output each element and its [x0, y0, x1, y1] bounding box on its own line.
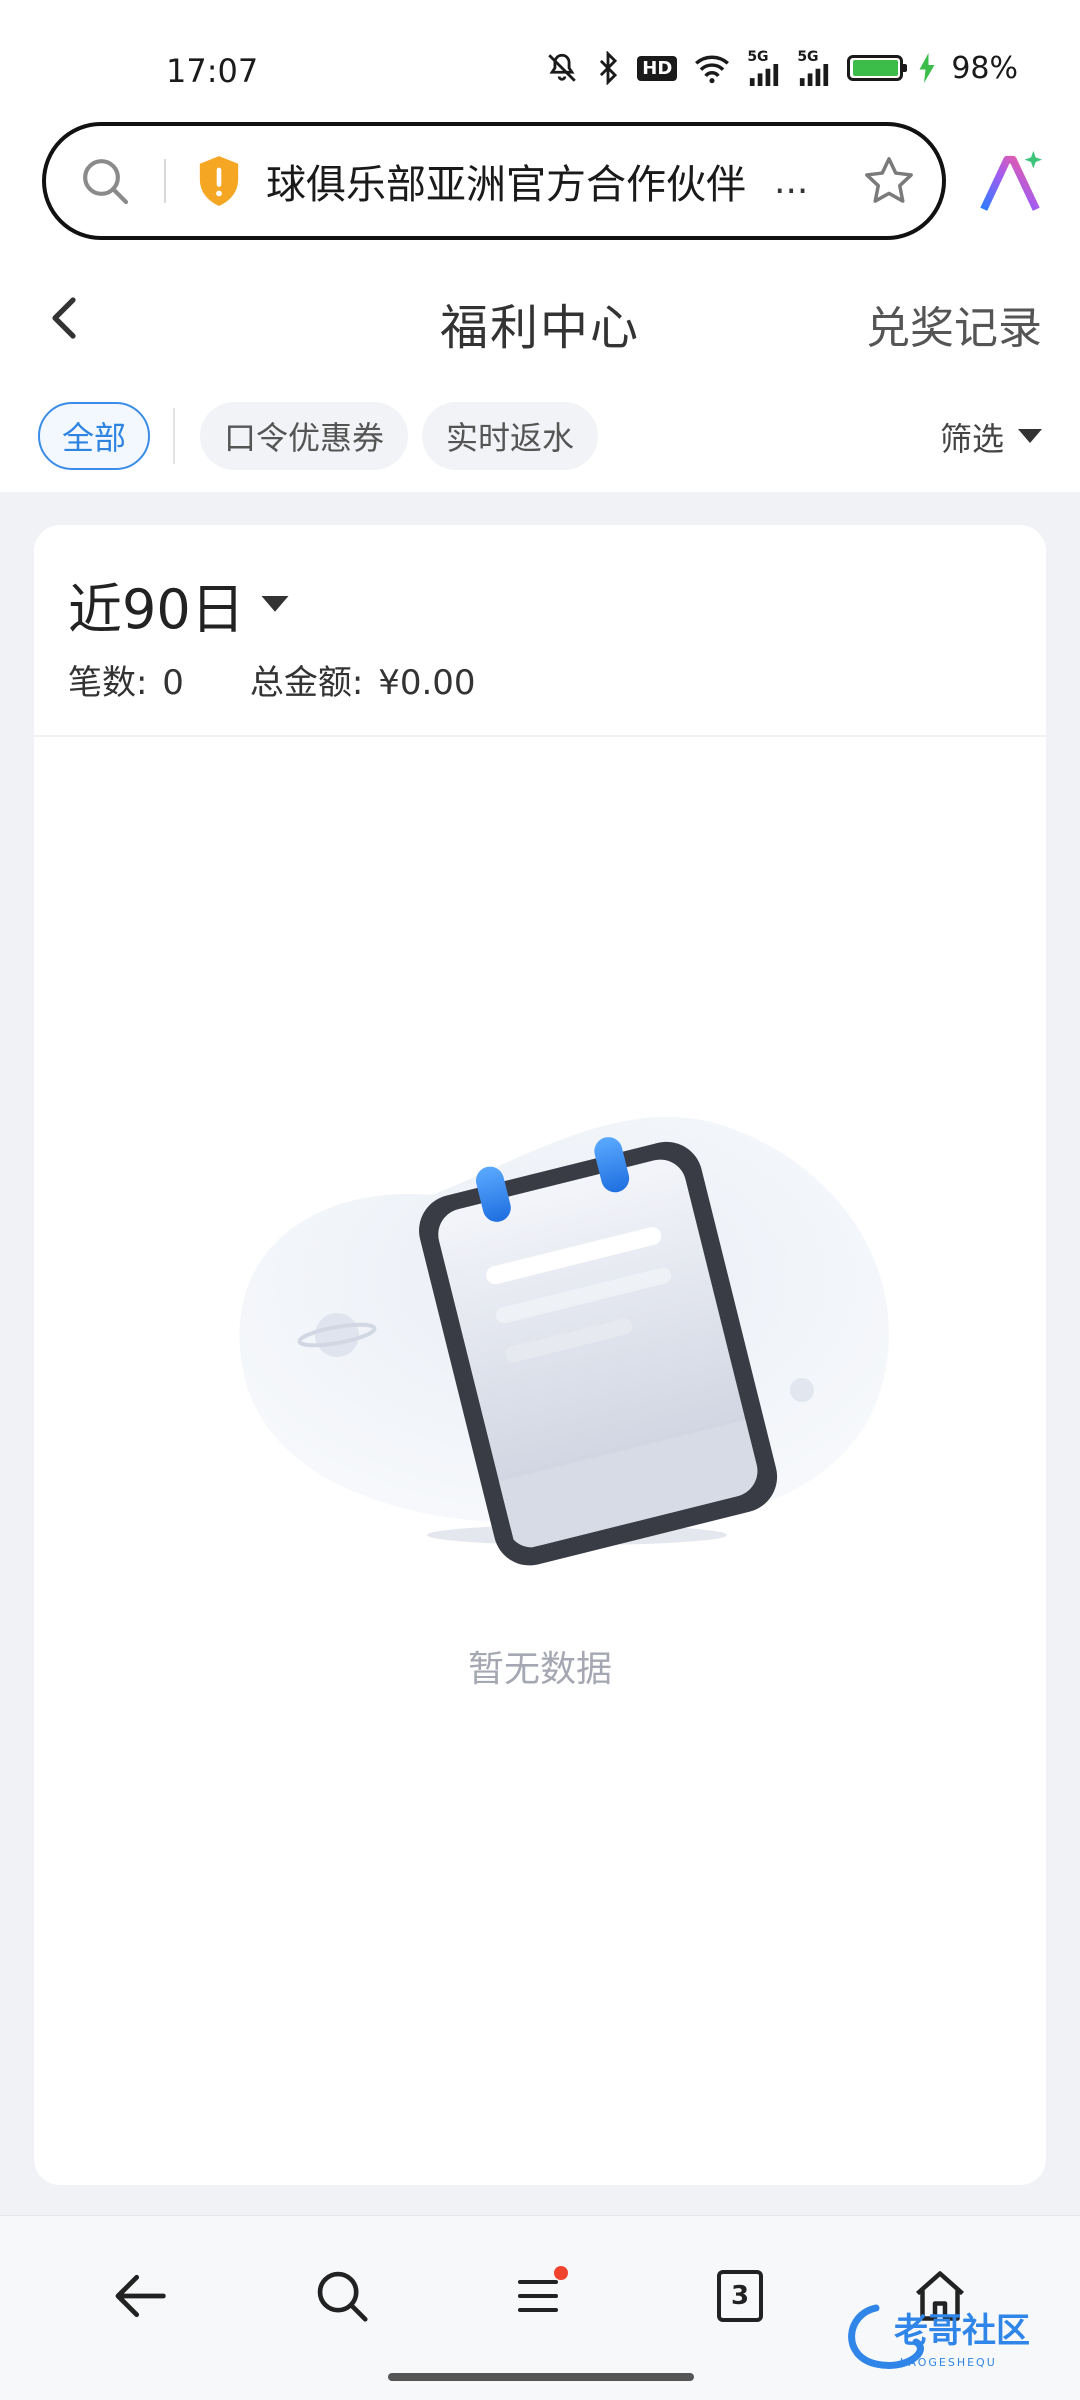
- tab-count: 3: [717, 2270, 763, 2322]
- hd-icon: HD: [637, 55, 678, 81]
- battery-fill: [852, 60, 898, 76]
- url-title[interactable]: 球俱乐部亚洲官方合作伙伴: [266, 152, 766, 210]
- amount-stat: 总金额: ¥0.00: [250, 655, 480, 704]
- status-icons: HD 5G 5G 98%: [545, 50, 1018, 86]
- amount-label: 总金额:: [249, 663, 364, 703]
- star-icon[interactable]: [854, 153, 924, 209]
- signal-5g-icon: 5G: [797, 50, 831, 86]
- tabs-icon[interactable]: 3: [700, 2256, 780, 2336]
- card-divider: [34, 735, 1046, 737]
- back-arrow-icon[interactable]: [102, 2256, 182, 2336]
- tab-all[interactable]: 全部: [38, 402, 151, 470]
- signal-5g-icon: 5G: [747, 50, 781, 86]
- caret-down-icon: [1018, 429, 1042, 443]
- home-indicator[interactable]: [388, 2373, 694, 2381]
- url-divider: [164, 159, 166, 203]
- status-bar: 17:07 HD 5G 5G 98%: [0, 0, 1080, 118]
- filter-label: 筛选: [939, 420, 1004, 458]
- notification-dot: [554, 2266, 568, 2280]
- menu-icon[interactable]: [498, 2256, 578, 2336]
- count-stat: 笔数: 0: [68, 655, 188, 704]
- battery-icon: [847, 55, 908, 81]
- status-time: 17:07: [166, 52, 259, 90]
- amount-value: ¥0.00: [378, 663, 476, 703]
- caret-down-icon: [261, 595, 289, 612]
- empty-state-text: 暂无数据: [467, 1649, 612, 1690]
- filter-tabs: 全部 口令优惠券 实时返水 筛选: [0, 378, 1080, 492]
- wifi-icon: [693, 52, 731, 84]
- period-label: 近90日: [68, 578, 245, 641]
- tab-rebate[interactable]: 实时返水: [422, 402, 599, 470]
- battery-percent: 98%: [951, 50, 1018, 86]
- ai-icon[interactable]: [975, 148, 1045, 218]
- summary-stats: 笔数: 0 总金额: ¥0.00: [68, 655, 480, 704]
- search-icon[interactable]: [302, 2256, 382, 2336]
- address-bar[interactable]: 球俱乐部亚洲官方合作伙伴 ...: [42, 122, 946, 240]
- search-icon[interactable]: [46, 153, 164, 209]
- redeem-records-link[interactable]: 兑奖记录: [866, 292, 1042, 356]
- records-card: 近90日 笔数: 0 总金额: ¥0.00 暂无数据: [34, 525, 1046, 2185]
- security-shield-icon[interactable]: [196, 154, 242, 208]
- watermark-sub: LAOGESHEQU: [900, 2356, 997, 2369]
- empty-notebook-illustration: [239, 1116, 889, 1566]
- bluetooth-icon: [595, 51, 621, 85]
- page-header: 福利中心 兑奖记录: [0, 258, 1080, 378]
- charging-icon: [919, 53, 935, 83]
- period-selector[interactable]: 近90日: [68, 565, 289, 644]
- url-ellipsis: ...: [774, 160, 809, 202]
- watermark-logo: 老哥社区 LAOGESHEQU: [848, 2304, 1030, 2369]
- browser-bar: 球俱乐部亚洲官方合作伙伴 ...: [0, 118, 1080, 258]
- mute-icon: [545, 51, 579, 85]
- watermark-text: 老哥社区: [894, 2311, 1030, 2351]
- count-value: 0: [162, 663, 184, 703]
- tab-separator: [173, 408, 175, 464]
- tab-coupon[interactable]: 口令优惠券: [200, 402, 409, 470]
- count-label: 笔数:: [68, 663, 148, 703]
- filter-dropdown[interactable]: 筛选: [940, 414, 1042, 460]
